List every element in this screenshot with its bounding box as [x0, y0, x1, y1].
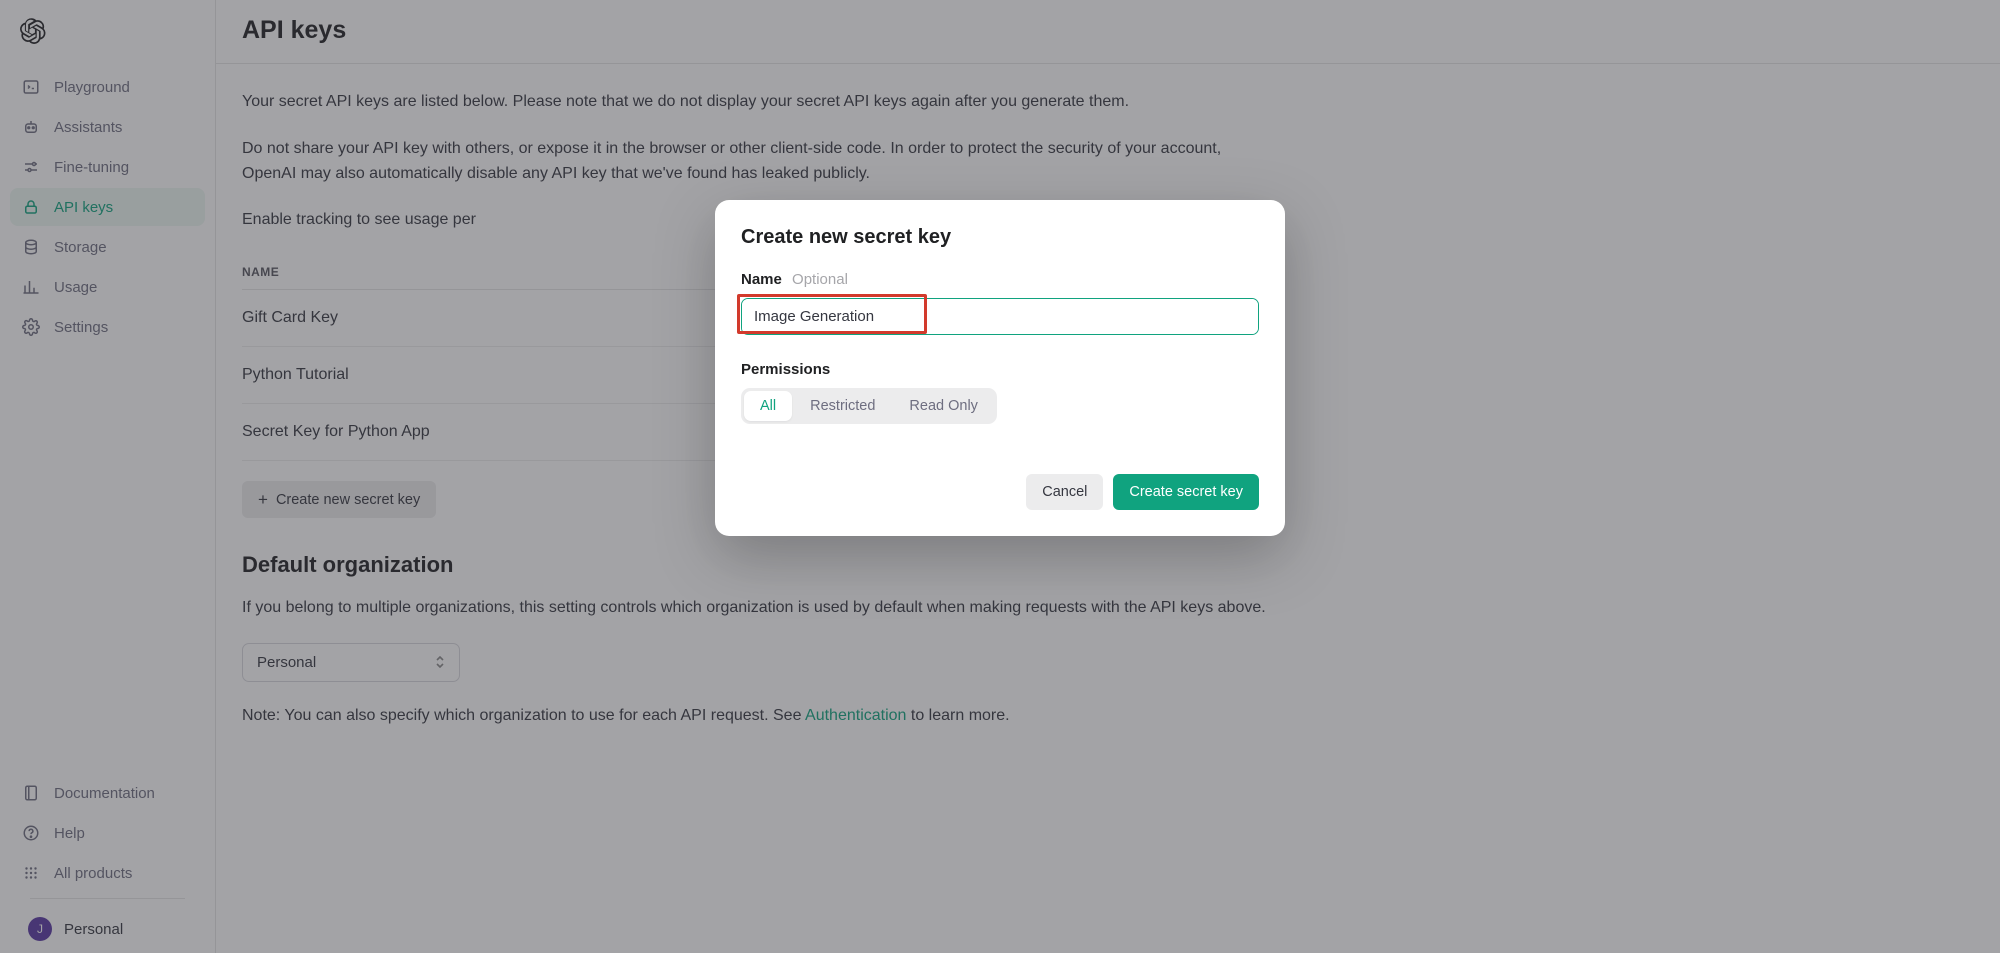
permissions-segmented: All Restricted Read Only [741, 388, 997, 424]
permission-option-restricted[interactable]: Restricted [794, 391, 891, 421]
cancel-button[interactable]: Cancel [1026, 474, 1103, 510]
permission-option-read-only[interactable]: Read Only [893, 391, 994, 421]
name-field-optional: Optional [792, 271, 848, 288]
create-secret-key-modal: Create new secret key Name Optional Perm… [715, 200, 1285, 536]
modal-scrim[interactable]: Create new secret key Name Optional Perm… [0, 0, 2000, 953]
permission-option-all[interactable]: All [744, 391, 792, 421]
name-input[interactable] [742, 299, 1258, 334]
create-secret-key-button[interactable]: Create secret key [1113, 474, 1259, 510]
permissions-label: Permissions [741, 361, 1259, 378]
name-field-label: Name [741, 271, 782, 288]
modal-title: Create new secret key [741, 226, 1259, 249]
